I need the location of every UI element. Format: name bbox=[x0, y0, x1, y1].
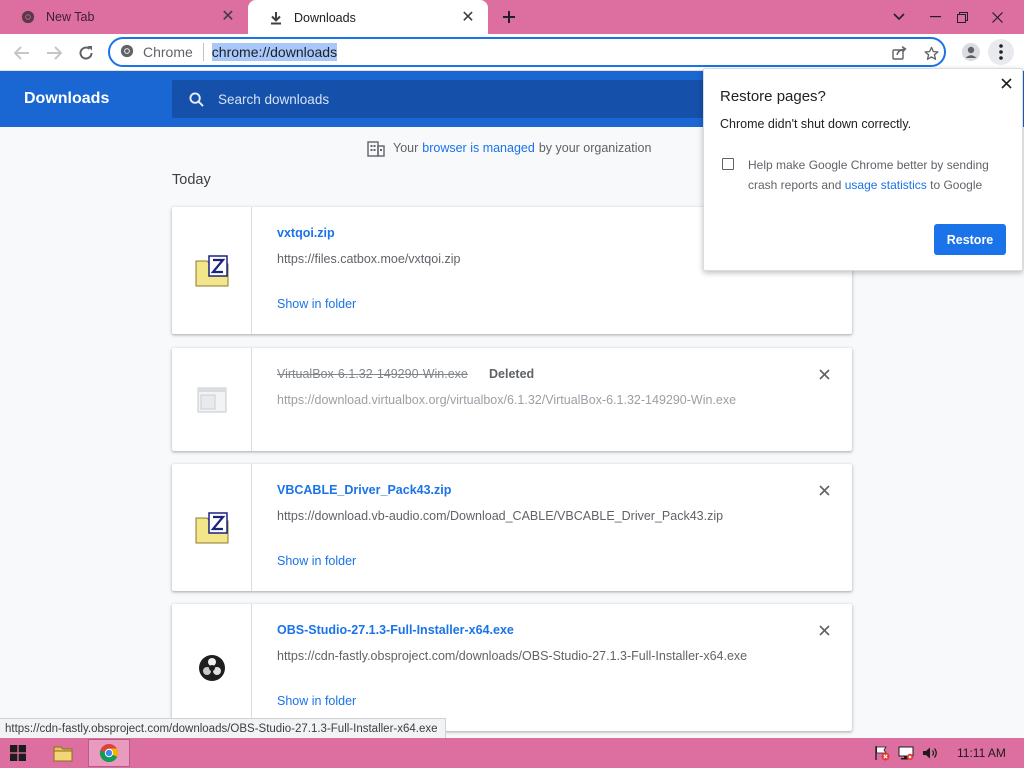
download-item: OBS-Studio-27.1.3-Full-Installer-x64.exe… bbox=[172, 604, 852, 731]
download-item: VBCABLE_Driver_Pack43.zip https://downlo… bbox=[172, 464, 852, 591]
download-url[interactable]: https://download.vb-audio.com/Download_C… bbox=[277, 509, 723, 523]
site-chip[interactable]: Chrome bbox=[110, 44, 193, 61]
restore-pages-dialog: Restore pages? Chrome didn't shut down c… bbox=[703, 68, 1023, 271]
menu-button[interactable] bbox=[988, 39, 1014, 65]
zip-file-icon bbox=[195, 254, 228, 286]
volume-icon[interactable] bbox=[922, 745, 938, 761]
managed-link[interactable]: browser is managed bbox=[422, 141, 535, 155]
search-icon bbox=[186, 89, 206, 109]
usage-statistics-link[interactable]: usage statistics bbox=[845, 178, 927, 192]
url-text[interactable]: chrome://downloads bbox=[211, 43, 338, 61]
tab-strip: New Tab ✕ Downloads ✕ bbox=[0, 0, 1024, 35]
close-icon bbox=[818, 368, 830, 380]
search-input[interactable] bbox=[218, 91, 698, 107]
dialog-close-button[interactable] bbox=[998, 75, 1014, 91]
section-heading-today: Today bbox=[172, 172, 211, 188]
back-button[interactable] bbox=[8, 39, 36, 67]
remove-item-button[interactable] bbox=[816, 482, 832, 498]
restore-window-button[interactable] bbox=[945, 0, 979, 34]
address-bar[interactable]: Chrome chrome://downloads bbox=[108, 37, 946, 67]
windows-icon bbox=[10, 745, 26, 761]
forward-button[interactable] bbox=[40, 39, 68, 67]
download-url[interactable]: https://cdn-fastly.obsproject.com/downlo… bbox=[277, 649, 747, 663]
remove-item-button[interactable] bbox=[816, 622, 832, 638]
download-filename-link[interactable]: vxtqoi.zip bbox=[277, 226, 335, 240]
site-chip-label: Chrome bbox=[143, 44, 193, 60]
status-bubble: https://cdn-fastly.obsproject.com/downlo… bbox=[0, 718, 446, 738]
tab-downloads[interactable]: Downloads ✕ bbox=[248, 0, 488, 35]
managed-notice: Your browser is managed by your organiza… bbox=[367, 139, 651, 157]
exe-file-icon bbox=[197, 387, 226, 412]
dialog-subtitle: Chrome didn't shut down correctly. bbox=[720, 117, 912, 131]
search-bar[interactable] bbox=[172, 80, 732, 118]
new-tab-button[interactable] bbox=[497, 5, 521, 29]
download-url[interactable]: https://files.catbox.moe/vxtqoi.zip bbox=[277, 252, 460, 266]
close-tab-icon[interactable]: ✕ bbox=[460, 9, 476, 26]
profile-button[interactable] bbox=[958, 39, 984, 65]
download-status-deleted: Deleted bbox=[489, 367, 535, 381]
remove-item-button[interactable] bbox=[816, 366, 832, 382]
close-icon bbox=[1000, 77, 1012, 89]
page-title: Downloads bbox=[24, 90, 110, 107]
close-icon bbox=[818, 484, 830, 496]
tab-title: New Tab bbox=[46, 10, 95, 24]
divider bbox=[202, 43, 204, 61]
building-icon bbox=[367, 141, 385, 157]
taskbar-clock[interactable]: 11:11 AM bbox=[957, 746, 1006, 760]
managed-suffix: by your organization bbox=[538, 141, 652, 155]
chrome-icon bbox=[20, 9, 36, 25]
chrome-icon bbox=[99, 744, 119, 763]
more-vert-icon bbox=[999, 44, 1003, 60]
toolbar: Chrome chrome://downloads bbox=[0, 34, 1024, 71]
network-icon[interactable] bbox=[898, 745, 914, 761]
obs-icon bbox=[198, 654, 225, 681]
reload-button[interactable] bbox=[72, 39, 100, 67]
bookmark-star-icon[interactable] bbox=[922, 44, 940, 62]
start-button[interactable] bbox=[4, 739, 32, 767]
chrome-icon bbox=[120, 44, 134, 61]
tab-title: Downloads bbox=[294, 10, 356, 25]
close-tab-icon[interactable]: ✕ bbox=[220, 9, 236, 25]
download-filename-link[interactable]: VBCABLE_Driver_Pack43.zip bbox=[277, 483, 451, 497]
folder-icon bbox=[53, 746, 73, 762]
crash-report-checkbox[interactable] bbox=[722, 158, 734, 170]
chrome-taskbar-button[interactable] bbox=[88, 739, 130, 767]
download-item: VirtualBox-6.1.32-149290-Win.exe Deleted… bbox=[172, 348, 852, 451]
taskbar: 11:11 AM bbox=[0, 738, 1024, 768]
tab-new-tab[interactable]: New Tab ✕ bbox=[0, 0, 248, 34]
show-in-folder-link[interactable]: Show in folder bbox=[277, 694, 356, 708]
close-window-button[interactable] bbox=[980, 0, 1014, 34]
show-in-folder-link[interactable]: Show in folder bbox=[277, 297, 356, 311]
action-center-flag-icon[interactable] bbox=[874, 745, 890, 761]
crash-report-label: Help make Google Chrome better by sendin… bbox=[748, 158, 989, 192]
download-url[interactable]: https://download.virtualbox.org/virtualb… bbox=[277, 393, 736, 407]
download-icon bbox=[268, 10, 284, 26]
tab-search-button[interactable] bbox=[882, 0, 916, 34]
share-icon[interactable] bbox=[890, 44, 908, 62]
restore-button[interactable]: Restore bbox=[934, 224, 1006, 255]
managed-prefix: Your bbox=[393, 141, 419, 155]
avatar-icon bbox=[962, 43, 980, 61]
download-filename: VirtualBox-6.1.32-149290-Win.exe bbox=[277, 367, 468, 381]
dialog-title: Restore pages? bbox=[720, 88, 826, 105]
close-icon bbox=[818, 624, 830, 636]
show-in-folder-link[interactable]: Show in folder bbox=[277, 554, 356, 568]
download-filename-link[interactable]: OBS-Studio-27.1.3-Full-Installer-x64.exe bbox=[277, 623, 514, 637]
zip-file-icon bbox=[195, 511, 228, 543]
file-explorer-button[interactable] bbox=[46, 739, 80, 767]
